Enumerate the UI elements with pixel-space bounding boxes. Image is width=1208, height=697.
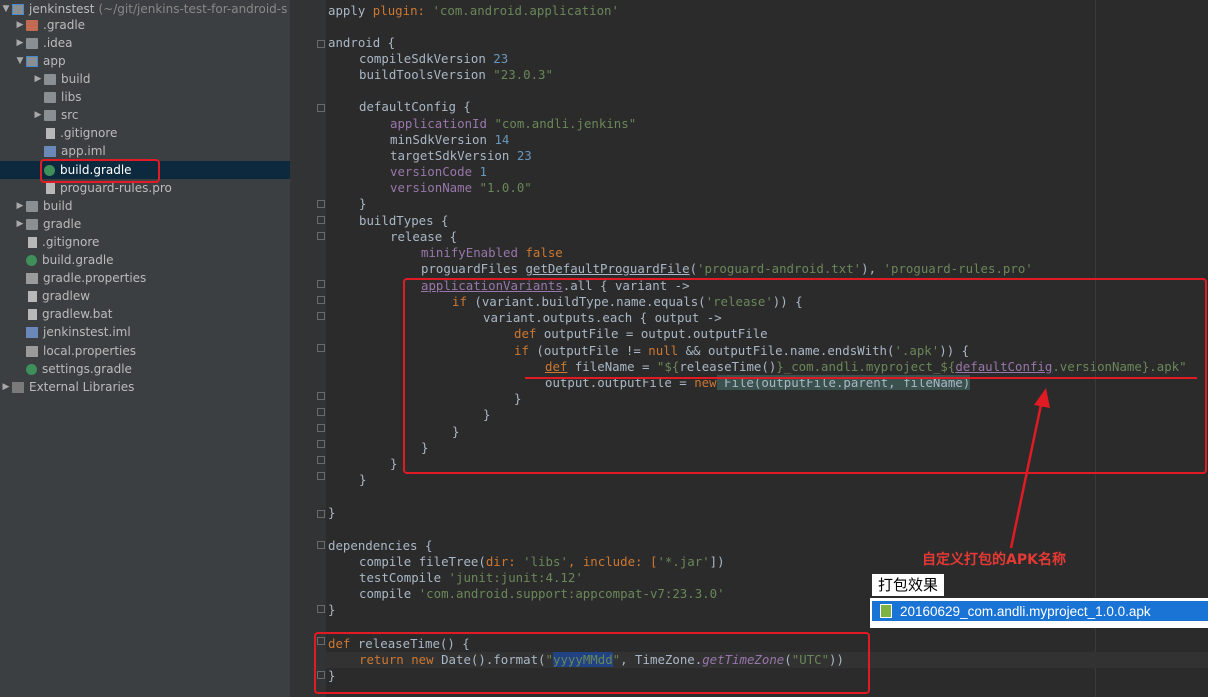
result-label: 打包效果 bbox=[872, 574, 945, 596]
apk-file-icon bbox=[880, 604, 892, 618]
apk-file-name: 20160629_com.andli.myproject_1.0.0.apk bbox=[900, 603, 1151, 619]
annotation-custom-apk-name: 自定义打包的APK名称 bbox=[922, 552, 1066, 568]
apk-file-row[interactable]: 20160629_com.andli.myproject_1.0.0.apk bbox=[872, 601, 1208, 621]
annotation-arrow-icon bbox=[1009, 388, 1050, 549]
